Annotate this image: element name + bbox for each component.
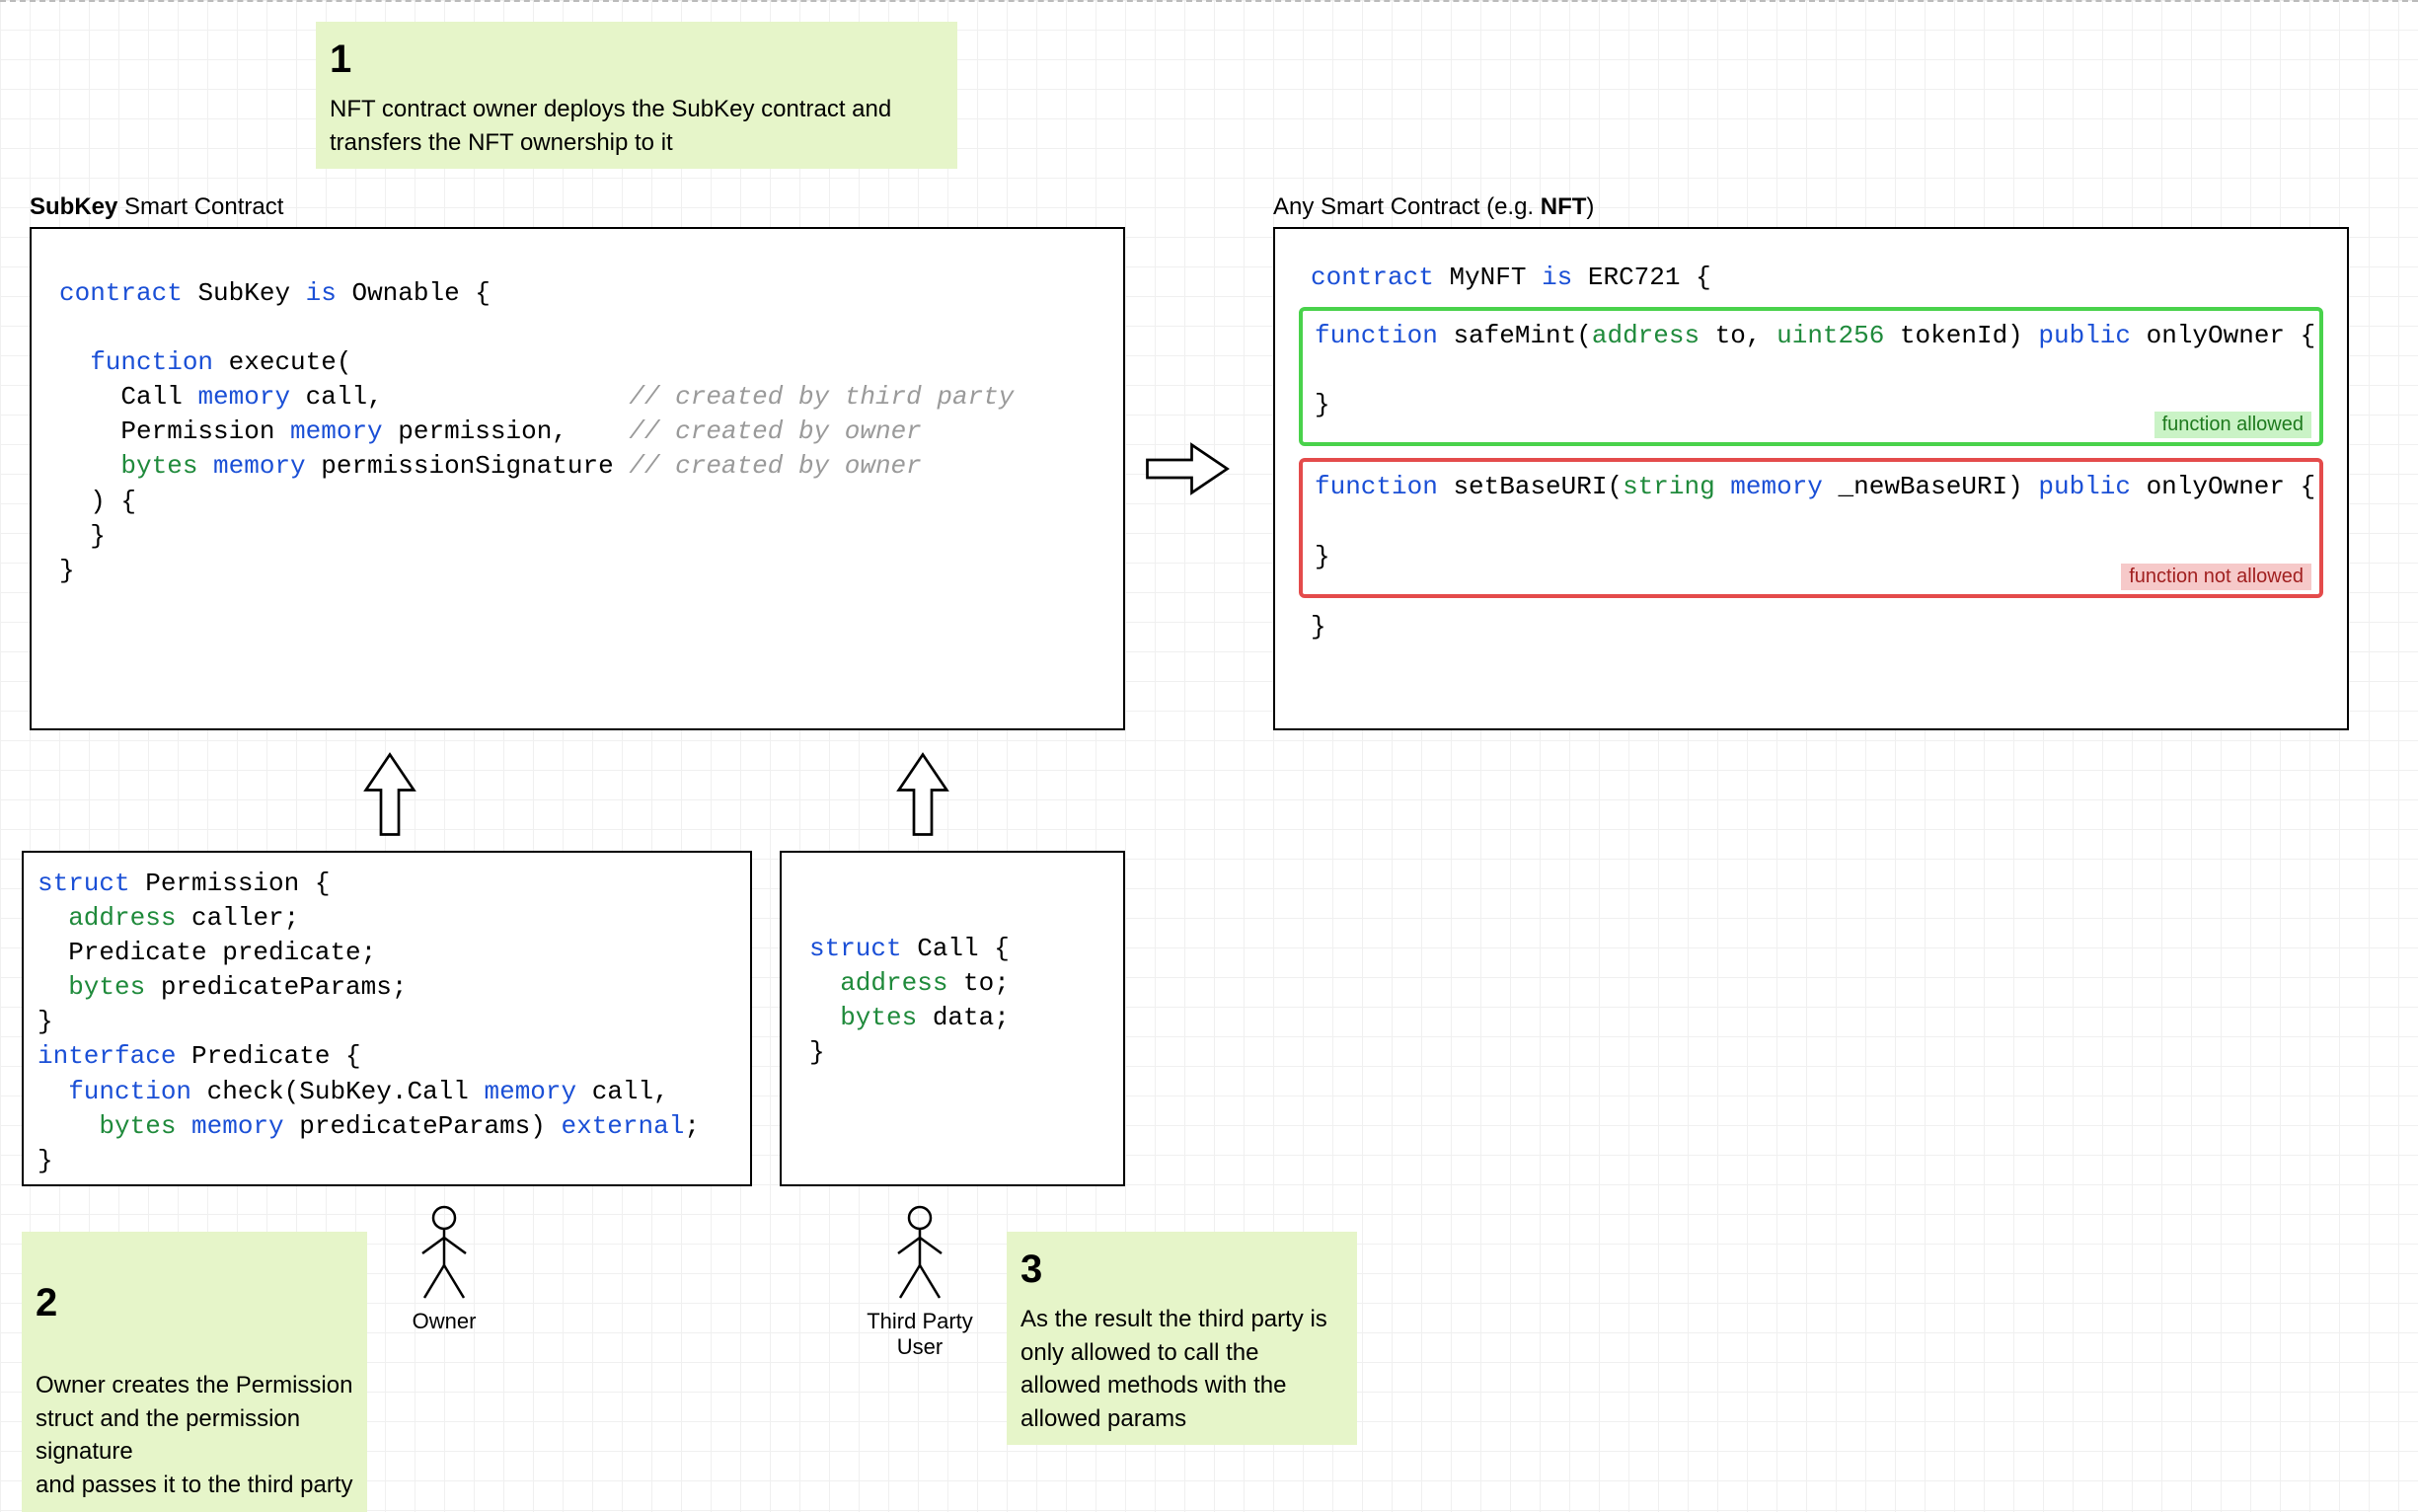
- permission-code-box: struct Permission { address caller; Pred…: [22, 851, 752, 1186]
- canvas-top-border: [0, 0, 2418, 2]
- nft-close: }: [1293, 610, 2329, 644]
- subkey-contract-label: SubKey Smart Contract: [30, 193, 283, 221]
- permission-code: struct Permission { address caller; Pred…: [38, 867, 736, 1178]
- note-3-number: 3: [1020, 1242, 1343, 1297]
- note-1-number: 1: [330, 32, 944, 87]
- nft-pre: Any Smart Contract (e.g.: [1273, 193, 1541, 220]
- actor-owner: Owner: [375, 1204, 513, 1334]
- setbaseuri-code: function setBaseURI(string memory _newBa…: [1315, 470, 2307, 573]
- nft-header: contract MyNFT is ERC721 {: [1293, 261, 2329, 295]
- function-not-allowed-box: function setBaseURI(string memory _newBa…: [1299, 458, 2323, 597]
- nft-contract-label: Any Smart Contract (e.g. NFT): [1273, 193, 1594, 221]
- tag-allowed: function allowed: [2154, 412, 2311, 438]
- actor-owner-label: Owner: [413, 1309, 477, 1333]
- call-code: struct Call { address to; bytes data; }: [809, 932, 1096, 1070]
- person-icon: [890, 1204, 949, 1303]
- subkey-bold: SubKey: [30, 193, 117, 220]
- nft-code-box: contract MyNFT is ERC721 { function safe…: [1273, 227, 2349, 730]
- note-1-text: NFT contract owner deploys the SubKey co…: [330, 96, 891, 156]
- nft-bold: NFT: [1541, 193, 1587, 220]
- safemint-code: function safeMint(address to, uint256 to…: [1315, 319, 2307, 422]
- note-2: 2 Owner creates the Permission struct an…: [22, 1232, 367, 1512]
- person-icon: [415, 1204, 474, 1303]
- subkey-rest: Smart Contract: [117, 193, 283, 220]
- nft-post: ): [1586, 193, 1594, 220]
- note-2-number: 2: [36, 1275, 353, 1330]
- tag-not-allowed: function not allowed: [2121, 564, 2311, 590]
- note-1: 1 NFT contract owner deploys the SubKey …: [316, 22, 957, 169]
- arrow-up-owner-icon: [355, 750, 424, 839]
- arrow-up-thirdparty-icon: [888, 750, 957, 839]
- actor-third-label: Third Party User: [867, 1309, 973, 1359]
- note-2-text: Owner creates the Permission struct and …: [36, 1372, 353, 1498]
- note-3: 3 As the result the third party is only …: [1007, 1232, 1357, 1445]
- subkey-code-box: contract SubKey is Ownable { function ex…: [30, 227, 1125, 730]
- call-code-box: struct Call { address to; bytes data; }: [780, 851, 1125, 1186]
- subkey-code: contract SubKey is Ownable { function ex…: [59, 276, 1096, 588]
- function-allowed-box: function safeMint(address to, uint256 to…: [1299, 307, 2323, 446]
- actor-third-party: Third Party User: [851, 1204, 989, 1360]
- arrow-right-icon: [1143, 434, 1232, 503]
- note-3-text: As the result the third party is only al…: [1020, 1306, 1327, 1432]
